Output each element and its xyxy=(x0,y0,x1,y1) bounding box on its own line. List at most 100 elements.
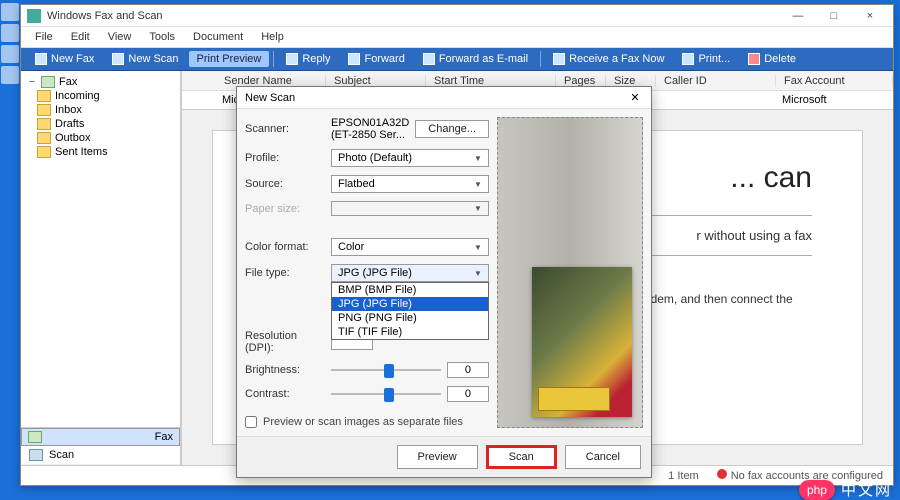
separator xyxy=(540,51,541,67)
print-button[interactable]: Print... xyxy=(674,51,738,67)
filetype-option-tif[interactable]: TIF (TIF File) xyxy=(332,325,488,339)
print-icon xyxy=(682,53,694,65)
desktop-icon xyxy=(1,66,19,84)
col-account[interactable]: Fax Account xyxy=(776,75,893,87)
menubar: File Edit View Tools Document Help xyxy=(21,27,893,48)
col-pages[interactable]: Pages xyxy=(556,75,606,87)
contrast-label: Contrast: xyxy=(245,388,325,400)
source-select[interactable]: Flatbed▼ xyxy=(331,175,489,193)
delete-button[interactable]: Delete xyxy=(740,51,804,67)
delete-icon xyxy=(748,53,760,65)
scanner-row: Scanner: EPSON01A32D (ET-2850 Ser... Cha… xyxy=(245,117,489,141)
profile-label: Profile: xyxy=(245,152,325,164)
menu-document[interactable]: Document xyxy=(185,29,251,45)
chevron-down-icon: ▼ xyxy=(474,180,482,189)
menu-help[interactable]: Help xyxy=(253,29,292,45)
col-sender[interactable]: Sender Name xyxy=(216,75,326,87)
expander-icon[interactable]: − xyxy=(27,77,37,87)
folder-icon xyxy=(41,76,55,88)
scanner-name: EPSON01A32D (ET-2850 Ser... xyxy=(331,117,409,141)
menu-edit[interactable]: Edit xyxy=(63,29,98,45)
scan-button[interactable]: Scan xyxy=(486,445,557,469)
receive-icon xyxy=(553,53,565,65)
sidebar: −Fax Incoming Inbox Drafts Outbox Sent I… xyxy=(21,71,181,465)
filetype-option-png[interactable]: PNG (PNG File) xyxy=(332,311,488,325)
switch-fax[interactable]: Fax xyxy=(21,428,180,446)
cancel-button[interactable]: Cancel xyxy=(565,445,641,469)
reply-icon xyxy=(286,53,298,65)
desktop-icon xyxy=(1,3,19,21)
filetype-label: File type: xyxy=(245,267,325,279)
tree-outbox[interactable]: Outbox xyxy=(35,131,176,145)
menu-tools[interactable]: Tools xyxy=(141,29,183,45)
tree-incoming[interactable]: Incoming xyxy=(35,89,176,103)
cell-account: Microsoft xyxy=(774,94,893,106)
chevron-down-icon: ▼ xyxy=(474,243,482,252)
switch-scan[interactable]: Scan xyxy=(21,446,180,465)
toolbar: New Fax New Scan Print Preview Reply For… xyxy=(21,48,893,71)
dialog-footer: Preview Scan Cancel xyxy=(237,436,651,477)
separate-files-checkbox[interactable]: Preview or scan images as separate files xyxy=(245,416,489,428)
col-callerid[interactable]: Caller ID xyxy=(656,75,776,87)
new-scan-button[interactable]: New Scan xyxy=(104,51,186,67)
mail-icon xyxy=(423,53,435,65)
minimize-button[interactable]: — xyxy=(781,7,815,25)
colorformat-select[interactable]: Color▼ xyxy=(331,238,489,256)
receive-fax-button[interactable]: Receive a Fax Now xyxy=(545,51,672,67)
filetype-select[interactable]: JPG (JPG File)▼ xyxy=(331,264,489,282)
chevron-down-icon: ▼ xyxy=(474,204,482,213)
scan-icon xyxy=(29,449,43,461)
folder-icon xyxy=(37,132,51,144)
filetype-option-jpg[interactable]: JPG (JPG File) xyxy=(332,297,488,311)
scanner-label: Scanner: xyxy=(245,123,325,135)
tree-sent-items[interactable]: Sent Items xyxy=(35,145,176,159)
colorformat-label: Color format: xyxy=(245,241,325,253)
close-button[interactable]: × xyxy=(853,7,887,25)
change-scanner-button[interactable]: Change... xyxy=(415,120,489,138)
new-fax-button[interactable]: New Fax xyxy=(27,51,102,67)
tree-inbox[interactable]: Inbox xyxy=(35,103,176,117)
menu-file[interactable]: File xyxy=(27,29,61,45)
preview-button[interactable]: Preview xyxy=(397,445,478,469)
print-preview-button[interactable]: Print Preview xyxy=(189,51,270,67)
dialog-close-button[interactable]: ✕ xyxy=(627,90,643,106)
maximize-button[interactable]: □ xyxy=(817,7,851,25)
chevron-down-icon: ▼ xyxy=(474,154,482,163)
separator xyxy=(273,51,274,67)
view-switcher: Fax Scan xyxy=(21,427,180,465)
new-scan-dialog: New Scan ✕ Scanner: EPSON01A32D (ET-2850… xyxy=(236,86,652,478)
dialog-titlebar[interactable]: New Scan ✕ xyxy=(237,87,651,109)
source-label: Source: xyxy=(245,178,325,190)
col-subject[interactable]: Subject xyxy=(326,75,426,87)
brightness-value[interactable]: 0 xyxy=(447,362,489,378)
profile-select[interactable]: Photo (Default)▼ xyxy=(331,149,489,167)
col-starttime[interactable]: Start Time xyxy=(426,75,556,87)
contrast-value[interactable]: 0 xyxy=(447,386,489,402)
contrast-slider[interactable] xyxy=(331,386,441,402)
dialog-title: New Scan xyxy=(245,92,295,104)
fax-icon xyxy=(28,431,42,443)
folder-icon xyxy=(37,90,51,102)
scan-preview-image xyxy=(532,267,632,417)
status-warning: No fax accounts are configured xyxy=(717,469,883,482)
tree-root-fax[interactable]: −Fax xyxy=(25,75,176,89)
brightness-slider[interactable] xyxy=(331,362,441,378)
filetype-option-bmp[interactable]: BMP (BMP File) xyxy=(332,283,488,297)
resolution-label: Resolution (DPI): xyxy=(245,330,325,354)
fax-icon xyxy=(35,53,47,65)
folder-icon xyxy=(37,104,51,116)
tree-drafts[interactable]: Drafts xyxy=(35,117,176,131)
menu-view[interactable]: View xyxy=(100,29,140,45)
col-size[interactable]: Size xyxy=(606,75,656,87)
forward-email-button[interactable]: Forward as E-mail xyxy=(415,51,536,67)
brightness-label: Brightness: xyxy=(245,364,325,376)
scan-preview-area[interactable] xyxy=(497,117,643,428)
papersize-label: Paper size: xyxy=(245,203,325,215)
desktop-icon xyxy=(1,24,19,42)
titlebar[interactable]: Windows Fax and Scan — □ × xyxy=(21,5,893,27)
reply-button[interactable]: Reply xyxy=(278,51,338,67)
forward-button[interactable]: Forward xyxy=(340,51,412,67)
desktop-strip xyxy=(0,0,20,500)
app-icon xyxy=(27,9,41,23)
folder-icon xyxy=(37,146,51,158)
